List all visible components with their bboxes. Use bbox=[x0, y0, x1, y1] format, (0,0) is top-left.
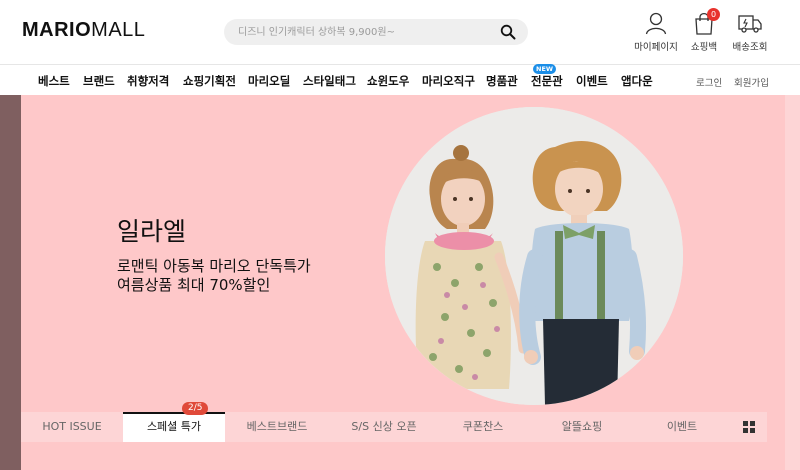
tab-bar: HOT ISSUE 스페셜 특가 2/5 베스트브랜드 S/S 신상 오픈 쿠폰… bbox=[21, 402, 767, 442]
grid-icon[interactable] bbox=[743, 421, 755, 433]
tab-ss-new-open[interactable]: S/S 신상 오픈 bbox=[329, 412, 439, 442]
search-bar bbox=[224, 19, 528, 45]
tab-event[interactable]: 이벤트 bbox=[637, 412, 727, 442]
nav-item-style-tag[interactable]: 스타일태그 bbox=[303, 73, 356, 89]
user-icon bbox=[645, 12, 667, 35]
prev-slide-strip[interactable] bbox=[0, 95, 21, 470]
nav-item-specialty[interactable]: 전문관 bbox=[531, 73, 563, 89]
page: MARIOMALL 마이페이지 0 쇼핑백 bbox=[0, 0, 800, 470]
nav-item-show-window[interactable]: 쇼윈도우 bbox=[367, 73, 409, 89]
shopping-bag-wrap: 0 bbox=[691, 8, 720, 36]
logo[interactable]: MARIOMALL bbox=[22, 19, 145, 42]
nav-item-shopping-plan[interactable]: 쇼핑기획전 bbox=[183, 73, 236, 89]
signup-link[interactable]: 회원가입 bbox=[734, 75, 769, 89]
hero-title: 일라엘 bbox=[117, 217, 187, 246]
tab-special-sale[interactable]: 스페셜 특가 bbox=[123, 412, 225, 442]
login-link[interactable]: 로그인 bbox=[696, 75, 722, 89]
tab-hot-issue[interactable]: HOT ISSUE bbox=[21, 412, 123, 442]
delivery-tracking-button[interactable]: 배송조회 bbox=[720, 10, 780, 53]
nav-item-luxury[interactable]: 명품관 bbox=[486, 73, 518, 89]
nav-item-taste[interactable]: 취향저격 bbox=[127, 73, 169, 89]
hero-subtitle-line2: 여름상품 최대 70%할인 bbox=[117, 276, 271, 294]
next-slide-strip[interactable] bbox=[785, 95, 800, 470]
nav-item-best[interactable]: 베스트 bbox=[38, 73, 70, 89]
cart-count-badge: 0 bbox=[707, 8, 720, 21]
logo-part1: MARIO bbox=[22, 19, 92, 41]
header: MARIOMALL 마이페이지 0 쇼핑백 bbox=[0, 0, 800, 64]
slide-counter: 2/5 bbox=[182, 402, 209, 415]
tab-thrift-shopping[interactable]: 알뜰쇼핑 bbox=[527, 412, 637, 442]
tab-coupon-chance[interactable]: 쿠폰찬스 bbox=[439, 412, 527, 442]
nav-item-mario-direct[interactable]: 마리오직구 bbox=[422, 73, 475, 89]
nav-item-brand[interactable]: 브랜드 bbox=[83, 73, 115, 89]
hero-banner[interactable]: 일라엘 로맨틱 아동복 마리오 단독특가 여름상품 최대 70%할인 HOT I… bbox=[0, 95, 800, 470]
search-input[interactable] bbox=[238, 19, 488, 45]
delivery-truck-icon bbox=[738, 15, 762, 33]
hero-photo bbox=[385, 107, 683, 405]
search-icon[interactable] bbox=[500, 24, 516, 40]
logo-part2: MALL bbox=[91, 19, 146, 41]
nav-item-event[interactable]: 이벤트 bbox=[576, 73, 608, 89]
hero-subtitle-line1: 로맨틱 아동복 마리오 단독특가 bbox=[117, 257, 311, 275]
kids-photo-illustration bbox=[385, 107, 683, 405]
nav-item-mario-deal[interactable]: 마리오딜 bbox=[248, 73, 290, 89]
delivery-tracking-label: 배송조회 bbox=[732, 42, 768, 53]
tab-best-brand[interactable]: 베스트브랜드 bbox=[225, 412, 329, 442]
main-nav: 베스트 브랜드 취향저격 쇼핑기획전 마리오딜 스타일태그 쇼윈도우 마리오직구… bbox=[0, 64, 800, 95]
nav-item-app-download[interactable]: 앱다운 bbox=[621, 73, 653, 89]
hero-subtitle: 로맨틱 아동복 마리오 단독특가 여름상품 최대 70%할인 bbox=[117, 257, 311, 295]
